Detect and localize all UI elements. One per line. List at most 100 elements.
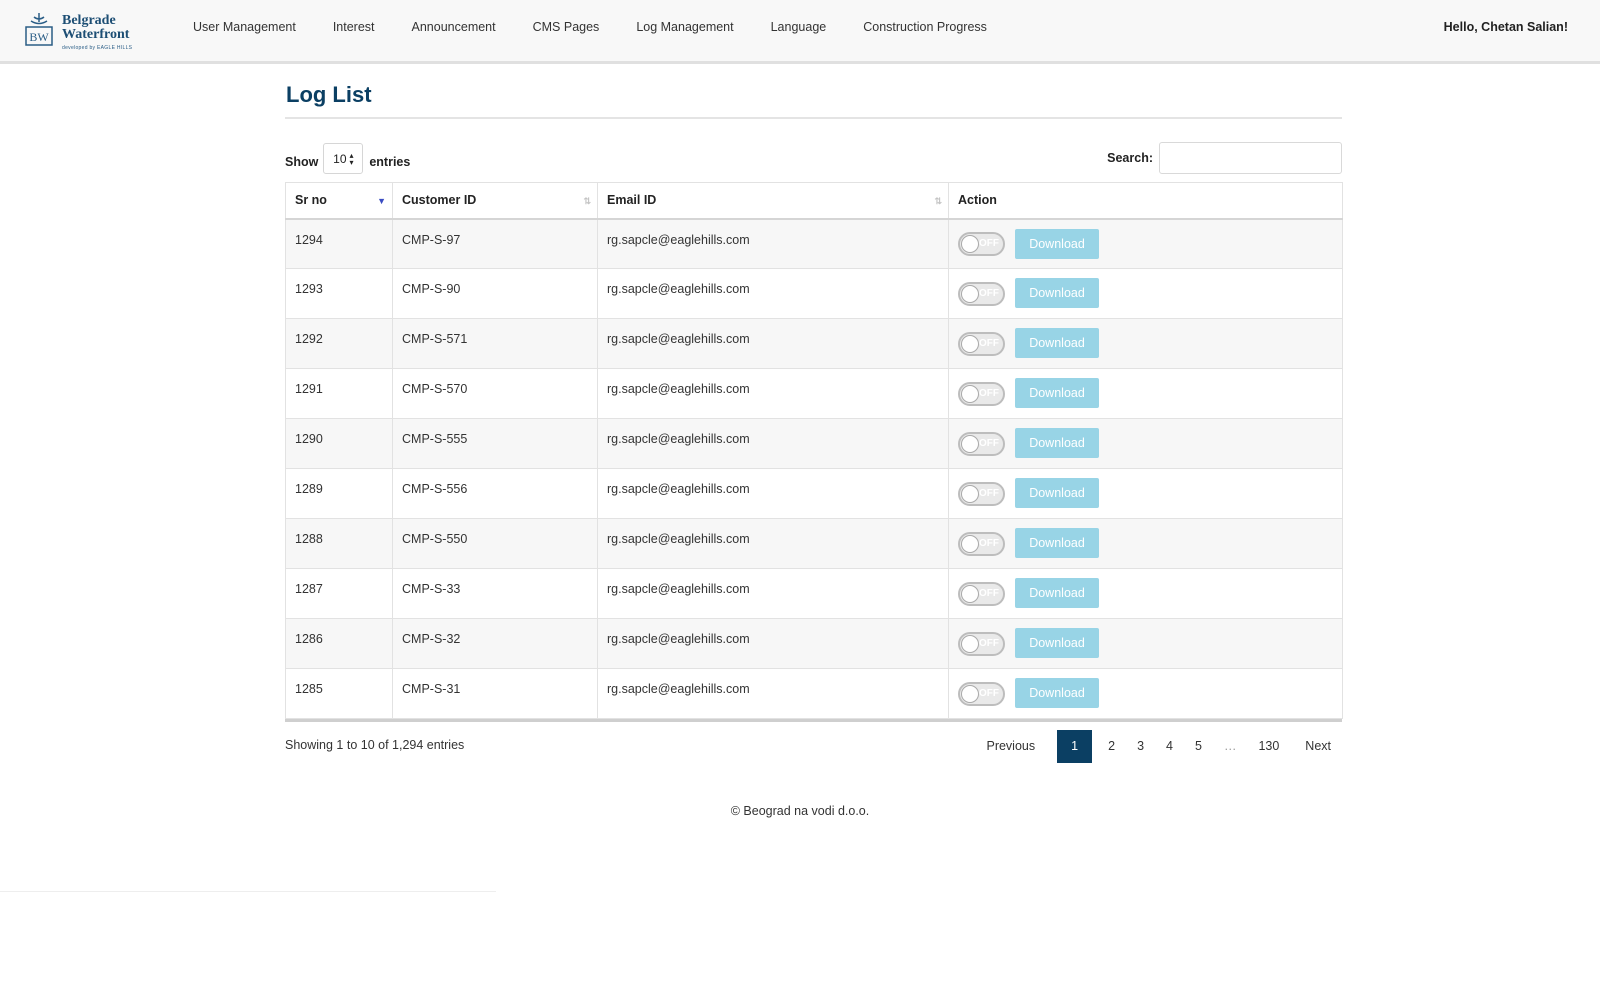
brand-name-line2: Waterfront bbox=[62, 27, 130, 42]
cell-sr-no: 1286 bbox=[285, 618, 393, 669]
search-control: Search: bbox=[1107, 142, 1342, 174]
status-toggle[interactable]: OFF bbox=[958, 381, 1005, 406]
cell-sr-no: 1288 bbox=[285, 518, 393, 569]
table-bottom-border bbox=[285, 719, 1342, 722]
entries-length-control: Show 10 ▴ ▾ entries bbox=[285, 143, 411, 174]
column-header-sr-no[interactable]: Sr no ▼ bbox=[285, 182, 393, 220]
entries-select[interactable]: 10 ▴ ▾ bbox=[323, 143, 364, 174]
table-row: 1287 CMP-S-33 rg.sapcle@eaglehills.com OFF D… bbox=[285, 568, 1343, 619]
download-button[interactable]: Download bbox=[1015, 278, 1099, 308]
cell-action: OFF Download bbox=[948, 418, 1343, 469]
column-header-sr-no-label: Sr no bbox=[295, 193, 327, 208]
cell-customer-id: CMP-S-90 bbox=[392, 268, 598, 319]
download-button[interactable]: Download bbox=[1015, 478, 1099, 508]
pagination-page-2[interactable]: 2 bbox=[1097, 730, 1126, 763]
cell-action: OFF Download bbox=[948, 618, 1343, 669]
download-button[interactable]: Download bbox=[1015, 228, 1099, 259]
download-button[interactable]: Download bbox=[1015, 428, 1099, 458]
cell-email-id: rg.sapcle@eaglehills.com bbox=[597, 618, 949, 669]
download-button[interactable]: Download bbox=[1015, 328, 1099, 358]
status-toggle[interactable]: OFF bbox=[958, 681, 1005, 706]
cell-action: OFF Download bbox=[948, 218, 1343, 269]
pagination-next[interactable]: Next bbox=[1294, 730, 1342, 763]
table-controls: Show 10 ▴ ▾ entries Search: bbox=[285, 142, 1342, 178]
table-row: 1293 CMP-S-90 rg.sapcle@eaglehills.com OFF D… bbox=[285, 268, 1343, 319]
toggle-knob bbox=[961, 534, 979, 553]
show-label: Show bbox=[285, 155, 319, 169]
toggle-knob bbox=[961, 334, 979, 353]
status-toggle[interactable]: OFF bbox=[958, 331, 1005, 356]
status-toggle[interactable]: OFF bbox=[958, 531, 1005, 556]
pagination-page-4[interactable]: 4 bbox=[1155, 730, 1184, 763]
column-header-action-label: Action bbox=[958, 193, 997, 208]
column-header-action: Action bbox=[948, 182, 1343, 220]
cell-customer-id: CMP-S-33 bbox=[392, 568, 598, 619]
cell-sr-no: 1291 bbox=[285, 368, 393, 419]
cell-customer-id: CMP-S-550 bbox=[392, 518, 598, 569]
table-info: Showing 1 to 10 of 1,294 entries bbox=[285, 738, 465, 752]
nav-item-language[interactable]: Language bbox=[771, 20, 827, 34]
toggle-knob bbox=[961, 434, 979, 453]
column-header-customer-id-label: Customer ID bbox=[402, 193, 477, 208]
sort-icon: ⇅ bbox=[583, 196, 591, 206]
download-button[interactable]: Download bbox=[1015, 528, 1099, 558]
nav-item-user-management[interactable]: User Management bbox=[193, 20, 296, 34]
cell-customer-id: CMP-S-32 bbox=[392, 618, 598, 669]
nav-item-construction-progress[interactable]: Construction Progress bbox=[863, 20, 987, 34]
column-header-email-id[interactable]: Email ID ⇅ bbox=[597, 182, 949, 220]
table-body: 1294 CMP-S-97 rg.sapcle@eaglehills.com OFF D… bbox=[285, 218, 1343, 719]
cell-sr-no: 1290 bbox=[285, 418, 393, 469]
sort-desc-icon: ▼ bbox=[377, 196, 386, 206]
toggle-knob bbox=[961, 634, 979, 653]
column-header-customer-id[interactable]: Customer ID ⇅ bbox=[392, 182, 598, 220]
entries-label: entries bbox=[369, 155, 411, 169]
cell-sr-no: 1287 bbox=[285, 568, 393, 619]
cell-action: OFF Download bbox=[948, 568, 1343, 619]
column-header-email-id-label: Email ID bbox=[607, 193, 657, 208]
status-toggle[interactable]: OFF bbox=[958, 431, 1005, 456]
download-button[interactable]: Download bbox=[1015, 578, 1099, 608]
pagination-page-130[interactable]: 130 bbox=[1247, 730, 1290, 763]
table-row: 1290 CMP-S-555 rg.sapcle@eaglehills.com OFF… bbox=[285, 418, 1343, 469]
status-toggle[interactable]: OFF bbox=[958, 232, 1005, 256]
cell-sr-no: 1292 bbox=[285, 318, 393, 369]
cell-email-id: rg.sapcle@eaglehills.com bbox=[597, 418, 949, 469]
brand-logo[interactable]: BW Belgrade Waterfront developed by EAGL… bbox=[22, 8, 142, 54]
log-table: Sr no ▼ Customer ID ⇅ Email ID ⇅ Action … bbox=[285, 182, 1343, 719]
table-row: 1285 CMP-S-31 rg.sapcle@eaglehills.com OFF D… bbox=[285, 668, 1343, 719]
pagination-page-1[interactable]: 1 bbox=[1057, 730, 1093, 763]
cell-action: OFF Download bbox=[948, 668, 1343, 719]
toggle-off-label: OFF bbox=[979, 337, 999, 349]
footer-copyright: © Beograd na vodi d.o.o. bbox=[730, 804, 870, 818]
pagination: Previous 1 2 3 4 5 … 130 Next bbox=[975, 730, 1342, 763]
pagination-page-3[interactable]: 3 bbox=[1126, 730, 1155, 763]
nav-item-interest[interactable]: Interest bbox=[333, 20, 375, 34]
pagination-previous[interactable]: Previous bbox=[975, 730, 1046, 763]
table-row: 1291 CMP-S-570 rg.sapcle@eaglehills.com OFF… bbox=[285, 368, 1343, 419]
top-navbar: BW Belgrade Waterfront developed by EAGL… bbox=[0, 0, 1600, 64]
status-toggle[interactable]: OFF bbox=[958, 631, 1005, 656]
cell-email-id: rg.sapcle@eaglehills.com bbox=[597, 518, 949, 569]
download-button[interactable]: Download bbox=[1015, 378, 1099, 408]
cell-email-id: rg.sapcle@eaglehills.com bbox=[597, 668, 949, 719]
cell-email-id: rg.sapcle@eaglehills.com bbox=[597, 268, 949, 319]
status-toggle[interactable]: OFF bbox=[958, 581, 1005, 606]
brand-emblem-letters: BW bbox=[29, 30, 49, 44]
download-button[interactable]: Download bbox=[1015, 678, 1099, 708]
pagination-ellipsis: … bbox=[1223, 739, 1237, 753]
cell-email-id: rg.sapcle@eaglehills.com bbox=[597, 468, 949, 519]
user-greeting[interactable]: Hello, Chetan Salian! bbox=[1444, 20, 1568, 34]
status-toggle[interactable]: OFF bbox=[958, 281, 1005, 306]
table-header-row: Sr no ▼ Customer ID ⇅ Email ID ⇅ Action bbox=[285, 182, 1343, 220]
nav-item-cms-pages[interactable]: CMS Pages bbox=[533, 20, 600, 34]
nav-item-log-management[interactable]: Log Management bbox=[636, 20, 733, 34]
table-row: 1286 CMP-S-32 rg.sapcle@eaglehills.com OFF D… bbox=[285, 618, 1343, 669]
nav-item-announcement[interactable]: Announcement bbox=[412, 20, 496, 34]
search-input[interactable] bbox=[1159, 142, 1342, 174]
table-row: 1292 CMP-S-571 rg.sapcle@eaglehills.com OFF… bbox=[285, 318, 1343, 369]
toggle-knob bbox=[961, 235, 979, 253]
pagination-page-5[interactable]: 5 bbox=[1184, 730, 1213, 763]
download-button[interactable]: Download bbox=[1015, 628, 1099, 658]
bottom-divider bbox=[0, 891, 496, 892]
status-toggle[interactable]: OFF bbox=[958, 481, 1005, 506]
